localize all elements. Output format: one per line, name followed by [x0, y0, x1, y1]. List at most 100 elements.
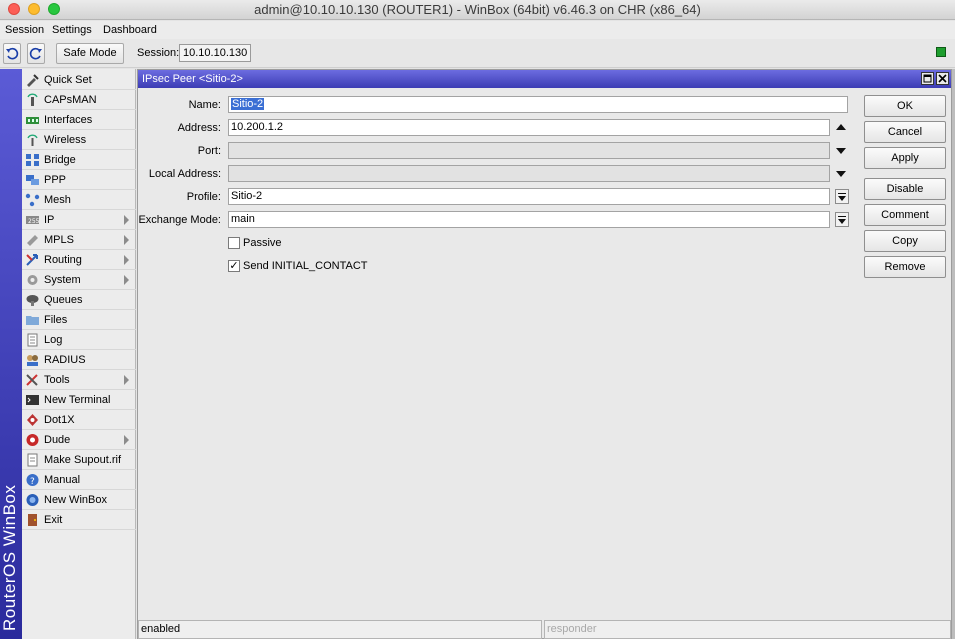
exchange-mode-dropdown-icon[interactable] [835, 212, 849, 227]
window-titlebar: admin@10.10.10.130 (ROUTER1) - WinBox (6… [0, 0, 955, 20]
sidebar-item-label: New Terminal [44, 394, 111, 406]
ip-icon: 255 [25, 213, 40, 227]
sidebar-item-new-terminal[interactable]: New Terminal [22, 390, 136, 410]
terminal-icon [25, 393, 40, 407]
name-field[interactable]: Sitio-2 [228, 96, 848, 113]
sidebar-item-capsman[interactable]: CAPsMAN [22, 90, 136, 110]
undo-button[interactable] [3, 43, 21, 64]
cancel-button[interactable]: Cancel [864, 121, 946, 143]
sidebar-item-queues[interactable]: Queues [22, 290, 136, 310]
sidebar-item-ip[interactable]: 255 IP [22, 210, 136, 230]
dialog-title: IPsec Peer <Sitio-2> [142, 73, 243, 85]
sidebar-item-label: CAPsMAN [44, 94, 97, 106]
mpls-icon [25, 233, 40, 247]
sidebar-item-radius[interactable]: RADIUS [22, 350, 136, 370]
submenu-arrow-icon [124, 235, 129, 245]
expand-down-icon[interactable] [836, 171, 846, 177]
port-label: Port: [197, 145, 221, 157]
sidebar-item-label: New WinBox [44, 494, 107, 506]
sidebar-item-mpls[interactable]: MPLS [22, 230, 136, 250]
sidebar-item-label: Tools [44, 374, 70, 386]
sidebar-item-label: PPP [44, 174, 67, 186]
profile-select[interactable]: Sitio-2 [228, 188, 830, 205]
wireless-icon [25, 133, 40, 147]
copy-button[interactable]: Copy [864, 230, 946, 252]
queues-icon [25, 293, 40, 307]
status-enabled: enabled [138, 620, 542, 639]
sidebar-item-routing[interactable]: Routing [22, 250, 136, 270]
collapse-up-icon[interactable] [836, 124, 846, 130]
sidebar-item-label: Wireless [44, 134, 87, 146]
comment-button[interactable]: Comment [864, 204, 946, 226]
exchange-mode-select[interactable]: main [228, 211, 830, 228]
routing-icon [25, 253, 40, 267]
menubar: Session Settings Dashboard [0, 21, 955, 39]
connection-status-icon [936, 47, 946, 57]
submenu-arrow-icon [124, 255, 129, 265]
dot1x-icon [25, 413, 40, 427]
send-initial-contact-checkbox[interactable]: ✓ [228, 260, 240, 272]
toolbar: Safe Mode Session: 10.10.10.130 [0, 39, 955, 68]
sidebar-item-exit[interactable]: Exit [22, 510, 136, 530]
passive-checkbox[interactable] [228, 237, 240, 249]
submenu-arrow-icon [124, 215, 129, 225]
menu-settings[interactable]: Settings [52, 24, 92, 36]
submenu-arrow-icon [124, 375, 129, 385]
sidebar-item-wireless[interactable]: Wireless [22, 130, 136, 150]
sidebar-item-label: Dot1X [44, 414, 75, 426]
sidebar-item-label: RADIUS [44, 354, 86, 366]
sidebar-item-quick-set[interactable]: Quick Set [22, 70, 136, 90]
dude-icon [25, 433, 40, 447]
sidebar-item-mesh[interactable]: Mesh [22, 190, 136, 210]
undo-icon [6, 47, 19, 60]
safe-mode-button[interactable]: Safe Mode [56, 43, 124, 64]
capsman-icon [25, 93, 40, 107]
local-address-field[interactable] [228, 165, 830, 182]
ipsec-peer-dialog: IPsec Peer <Sitio-2> Name: Sitio-2 Addre… [137, 69, 952, 639]
ok-button[interactable]: OK [864, 95, 946, 117]
sidebar-item-tools[interactable]: Tools [22, 370, 136, 390]
profile-dropdown-icon[interactable] [835, 189, 849, 204]
sidebar-item-log[interactable]: Log [22, 330, 136, 350]
window-title: admin@10.10.10.130 (ROUTER1) - WinBox (6… [254, 2, 701, 17]
sidebar-item-bridge[interactable]: Bridge [22, 150, 136, 170]
sidebar-item-manual[interactable]: ? Manual [22, 470, 136, 490]
sidebar-item-system[interactable]: System [22, 270, 136, 290]
sidebar-item-label: Exit [44, 514, 63, 526]
sidebar-item-files[interactable]: Files [22, 310, 136, 330]
disable-button[interactable]: Disable [864, 178, 946, 200]
sidebar-item-new-winbox[interactable]: New WinBox [22, 490, 136, 510]
svg-text:?: ? [30, 477, 35, 487]
exit-icon [25, 513, 40, 527]
sidebar-item-dot1x[interactable]: Dot1X [22, 410, 136, 430]
sidebar-item-make-supout-rif[interactable]: Make Supout.rif [22, 450, 136, 470]
address-field[interactable]: 10.200.1.2 [228, 119, 830, 136]
session-label: Session: [137, 47, 180, 59]
remove-button[interactable]: Remove [864, 256, 946, 278]
expand-down-icon[interactable] [836, 148, 846, 154]
sidebar-item-label: IP [44, 214, 55, 226]
menu-session[interactable]: Session [5, 24, 44, 36]
port-field[interactable] [228, 142, 830, 159]
dialog-titlebar[interactable]: IPsec Peer <Sitio-2> [138, 70, 951, 88]
mesh-icon [25, 193, 40, 207]
local-address-label: Local Address: [148, 168, 221, 180]
sidebar-item-ppp[interactable]: PPP [22, 170, 136, 190]
ppp-icon [25, 173, 40, 187]
brand-text: RouterOS WinBox [0, 484, 19, 631]
redo-button[interactable] [27, 43, 45, 64]
system-icon [25, 273, 40, 287]
close-icon[interactable] [936, 72, 949, 85]
supout-icon [25, 453, 40, 467]
sidebar-item-dude[interactable]: Dude [22, 430, 136, 450]
sidebar-item-interfaces[interactable]: Interfaces [22, 110, 136, 130]
sidebar-item-label: MPLS [44, 234, 74, 246]
apply-button[interactable]: Apply [864, 147, 946, 169]
sidebar-item-label: Make Supout.rif [44, 454, 122, 466]
tools-icon [25, 373, 40, 387]
menu-dashboard[interactable]: Dashboard [103, 24, 157, 36]
session-field: 10.10.10.130 [179, 44, 251, 62]
restore-icon[interactable] [921, 72, 934, 85]
sidebar-item-label: Manual [44, 474, 81, 486]
winbox-icon [25, 493, 40, 507]
